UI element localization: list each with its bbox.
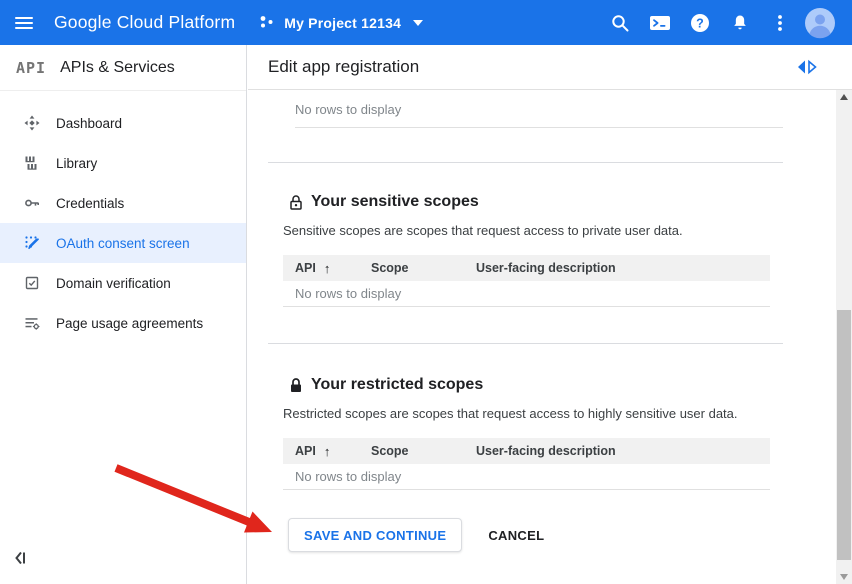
topbar: Google Cloud Platform My Project 12134 ? [0, 0, 852, 45]
project-icon [259, 15, 275, 30]
notifications-icon[interactable] [720, 3, 760, 43]
oauth-icon [24, 235, 40, 251]
section-divider [268, 162, 783, 163]
vertical-scrollbar[interactable] [836, 90, 852, 584]
scroll-content: No rows to display Your sensitive scopes… [248, 91, 836, 584]
column-api[interactable]: API [295, 261, 316, 275]
column-description[interactable]: User-facing description [476, 444, 770, 458]
sidebar-item-domain-verification[interactable]: Domain verification [0, 263, 246, 303]
domain-check-icon [24, 275, 40, 291]
sidebar-item-label: Dashboard [56, 116, 122, 131]
page-header: Edit app registration [248, 45, 852, 90]
sidebar-item-label: Page usage agreements [56, 316, 203, 331]
sidebar-item-oauth-consent-screen[interactable]: OAuth consent screen [0, 223, 246, 263]
key-icon [24, 195, 40, 211]
scroll-down-arrow-icon[interactable] [840, 574, 848, 580]
lock-outline-icon [288, 194, 304, 211]
sidebar-item-page-usage-agreements[interactable]: Page usage agreements [0, 303, 246, 343]
no-rows-text: No rows to display [295, 286, 401, 301]
more-vertical-icon[interactable] [760, 3, 800, 43]
sensitive-scopes-section: Your sensitive scopes Sensitive scopes a… [268, 193, 783, 307]
sidebar-header: API APIs & Services [0, 45, 246, 91]
action-buttons: SAVE AND CONTINUE CANCEL [288, 518, 783, 552]
table-empty-row: No rows to display [283, 464, 770, 490]
column-scope[interactable]: Scope [371, 261, 476, 275]
sensitive-scopes-table: API ↑ Scope User-facing description No ro… [283, 255, 770, 307]
scroll-up-arrow-icon[interactable] [840, 94, 848, 100]
sidebar-item-credentials[interactable]: Credentials [0, 183, 246, 223]
restricted-scopes-table: API ↑ Scope User-facing description No ro… [283, 438, 770, 490]
section-description: Sensitive scopes are scopes that request… [283, 223, 783, 238]
cloud-shell-icon[interactable] [640, 3, 680, 43]
cancel-button[interactable]: CANCEL [488, 528, 544, 543]
sidebar-item-label: OAuth consent screen [56, 236, 190, 251]
agreements-icon [24, 315, 40, 331]
panel-toggle-icon[interactable] [796, 59, 818, 75]
table-empty-row: No rows to display [283, 281, 770, 307]
sidebar-title: APIs & Services [60, 59, 175, 77]
sort-arrow-icon[interactable]: ↑ [324, 261, 331, 276]
restricted-scopes-section: Your restricted scopes Restricted scopes… [268, 376, 783, 490]
project-name: My Project 12134 [284, 15, 401, 31]
no-rows-text: No rows to display [295, 102, 401, 117]
sidebar-item-dashboard[interactable]: Dashboard [0, 103, 246, 143]
svg-text:?: ? [696, 16, 704, 30]
sort-arrow-icon[interactable]: ↑ [324, 444, 331, 459]
sidebar-nav: Dashboard Library Credentials OAuth cons… [0, 91, 246, 343]
table-header-row: API ↑ Scope User-facing description [283, 255, 770, 281]
lock-filled-icon [288, 377, 304, 394]
save-and-continue-button[interactable]: SAVE AND CONTINUE [288, 518, 462, 552]
sidebar-item-label: Domain verification [56, 276, 171, 291]
dashboard-icon [24, 115, 40, 131]
table-empty-row: No rows to display [295, 91, 783, 128]
section-heading: Your sensitive scopes [311, 193, 479, 211]
section-description: Restricted scopes are scopes that reques… [283, 406, 783, 421]
project-selector[interactable]: My Project 12134 [259, 15, 423, 31]
column-api[interactable]: API [295, 444, 316, 458]
sidebar-item-label: Credentials [56, 196, 124, 211]
section-divider [268, 343, 783, 344]
no-rows-text: No rows to display [295, 469, 401, 484]
avatar[interactable] [800, 3, 840, 43]
table-header-row: API ↑ Scope User-facing description [283, 438, 770, 464]
hamburger-menu-icon[interactable] [0, 0, 48, 45]
section-heading: Your restricted scopes [311, 376, 483, 394]
column-scope[interactable]: Scope [371, 444, 476, 458]
scrollbar-thumb[interactable] [837, 310, 851, 560]
search-icon[interactable] [600, 3, 640, 43]
collapse-sidebar-icon[interactable] [12, 550, 36, 570]
help-icon[interactable]: ? [680, 3, 720, 43]
product-name[interactable]: Google Cloud Platform [54, 12, 235, 33]
column-description[interactable]: User-facing description [476, 261, 770, 275]
api-logo-glyph: API [16, 59, 46, 77]
page-title: Edit app registration [268, 57, 419, 77]
library-icon [24, 155, 40, 171]
sidebar: API APIs & Services Dashboard Library Cr… [0, 45, 247, 584]
caret-down-icon [413, 20, 423, 26]
main-panel: Edit app registration No rows to display… [248, 45, 852, 584]
sidebar-item-label: Library [56, 156, 97, 171]
sidebar-item-library[interactable]: Library [0, 143, 246, 183]
